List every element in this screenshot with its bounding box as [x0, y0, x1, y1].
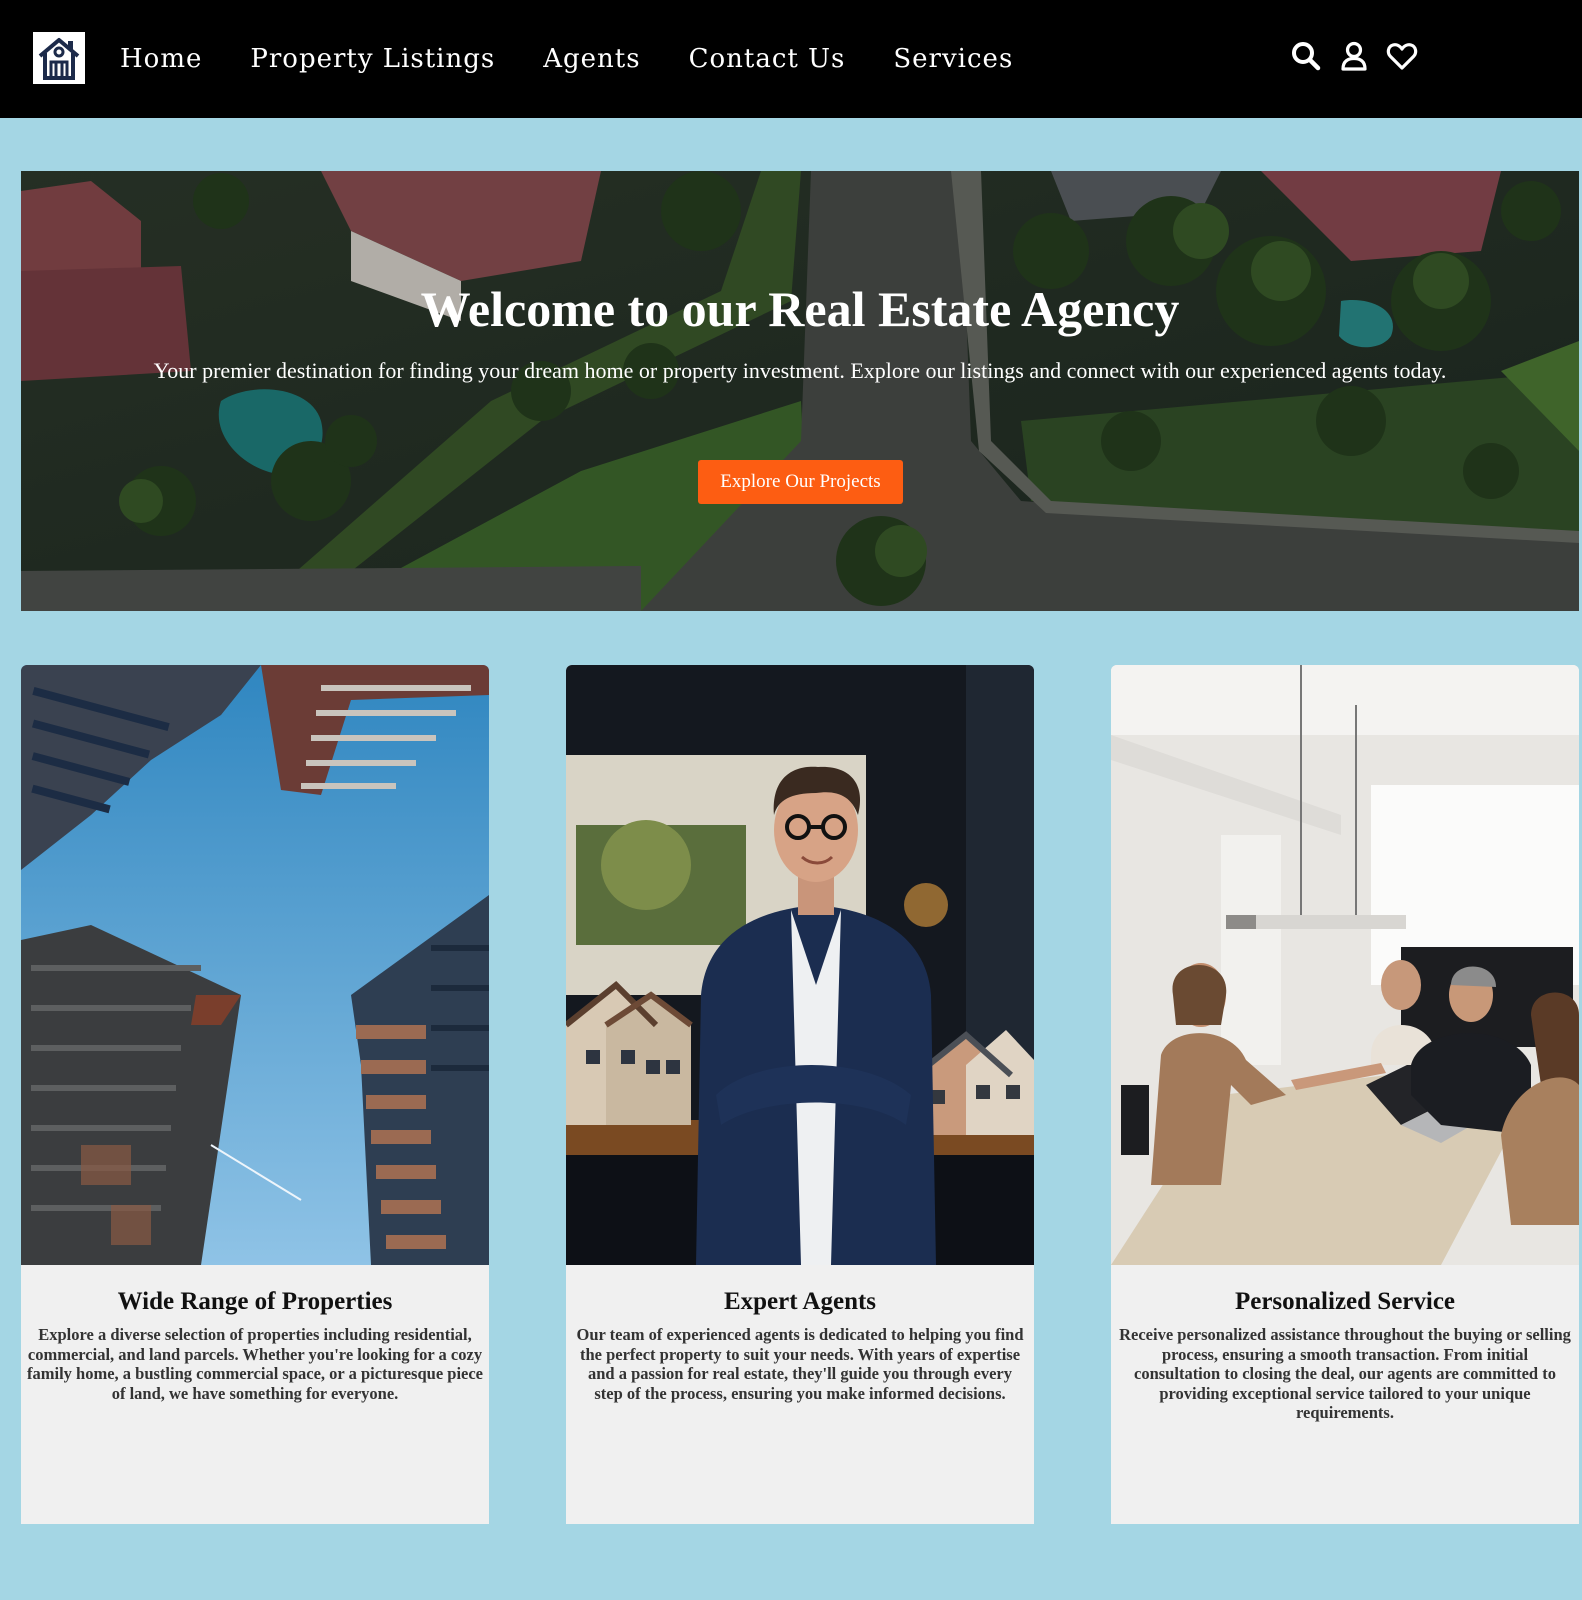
feature-description: Receive personalized assistance througho… [1119, 1325, 1571, 1422]
heart-icon[interactable] [1386, 40, 1418, 72]
hero-banner: Welcome to our Real Estate Agency Your p… [21, 171, 1579, 611]
agent-portrait-image [566, 665, 1034, 1265]
nav-link-contact-us[interactable]: Contact Us [689, 40, 846, 78]
main-nav: Home Property Listings Agents Contact Us… [120, 40, 1013, 78]
house-logo-icon[interactable] [33, 32, 85, 84]
hero-subtitle: Your premier destination for finding you… [153, 358, 1447, 383]
nav-link-agents[interactable]: Agents [543, 40, 640, 78]
nav-link-home[interactable]: Home [120, 40, 202, 78]
feature-card-properties: Wide Range of Properties Explore a diver… [21, 665, 489, 1524]
feature-card-agents: Expert Agents Our team of experienced ag… [566, 665, 1034, 1524]
feature-title: Expert Agents [723, 1288, 877, 1315]
nav-icon-group [1290, 40, 1418, 72]
feature-title: Personalized Service [1234, 1288, 1456, 1315]
meeting-room-image [1111, 665, 1579, 1265]
feature-card-service: Personalized Service Receive personalize… [1111, 665, 1579, 1524]
search-icon[interactable] [1290, 40, 1322, 72]
nav-link-services[interactable]: Services [893, 40, 1013, 78]
top-navbar: Home Property Listings Agents Contact Us… [0, 0, 1582, 118]
nav-link-property-listings[interactable]: Property Listings [250, 40, 495, 78]
explore-projects-button[interactable]: Explore Our Projects [698, 460, 903, 504]
feature-description: Our team of experienced agents is dedica… [576, 1325, 1024, 1403]
hero-title: Welcome to our Real Estate Agency [420, 281, 1180, 337]
skyscrapers-image [21, 665, 489, 1265]
hero-aerial-neighborhood-image [21, 171, 1579, 611]
user-icon[interactable] [1338, 40, 1370, 72]
feature-title: Wide Range of Properties [117, 1288, 393, 1315]
feature-description: Explore a diverse selection of propertie… [27, 1325, 483, 1403]
